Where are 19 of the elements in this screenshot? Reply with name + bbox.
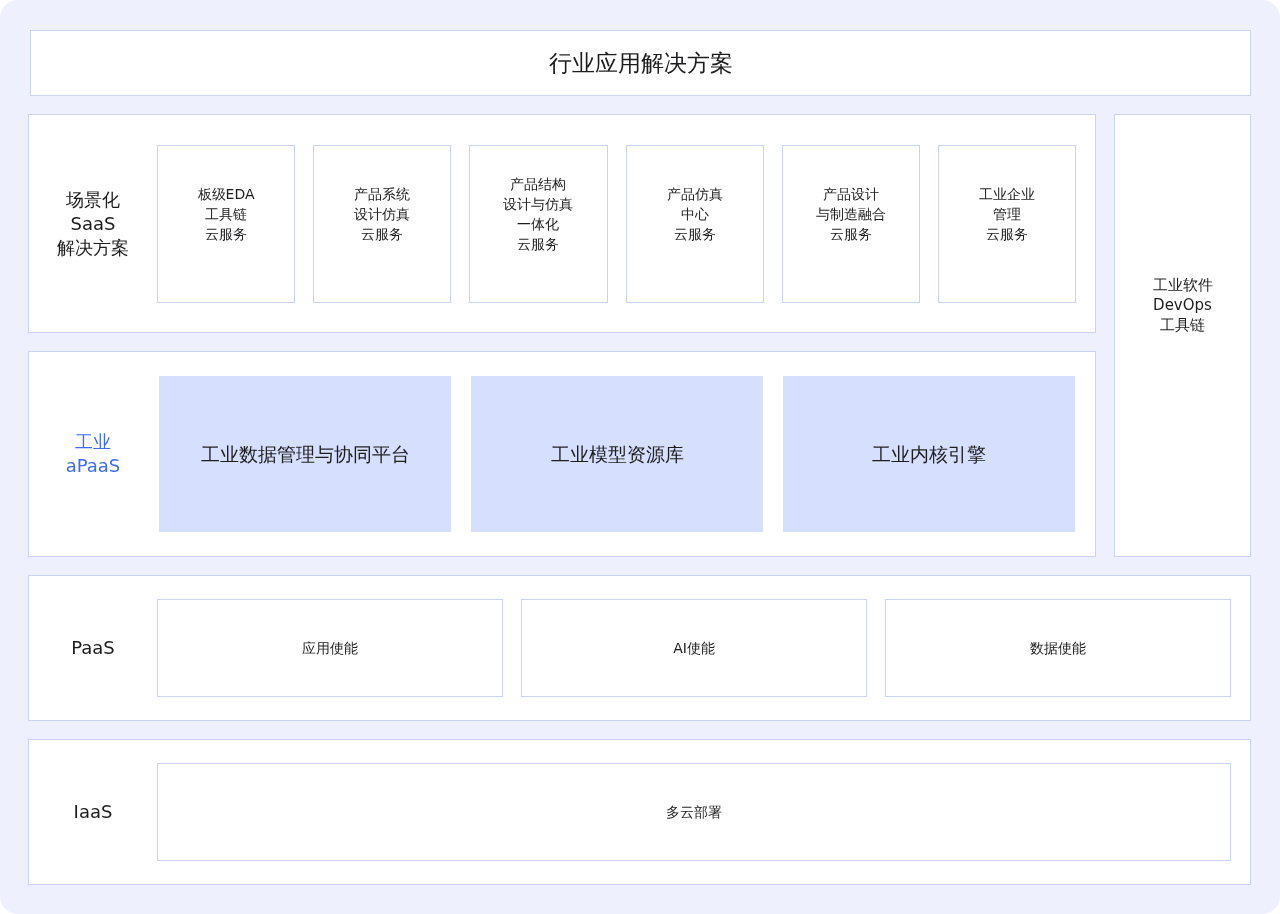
capability-card: 应用使能 <box>157 599 503 697</box>
header-title: 行业应用解决方案 <box>548 48 733 78</box>
capability-card: 数据使能 <box>885 599 1231 697</box>
platform-card: 工业内核引擎 <box>783 376 1075 532</box>
layer-label: IaaS <box>73 800 113 824</box>
service-card: 板级EDA 工具链 云服务 <box>157 145 296 303</box>
platform-card: 工业模型资源库 <box>471 376 763 532</box>
capability-card: AI使能 <box>521 599 867 697</box>
service-card: 产品仿真 中心 云服务 <box>625 145 764 303</box>
deployment-card: 多云部署 <box>157 763 1231 861</box>
platform-card: 工业数据管理与协同平台 <box>159 376 451 532</box>
layer-label: 场景化 SaaS 解决方案 <box>57 188 129 260</box>
service-card: 产品设计 与制造融合 云服务 <box>781 145 920 303</box>
service-card: 工业企业 管理 云服务 <box>937 145 1077 303</box>
layer-label: 工业 aPaaS <box>65 430 121 478</box>
layer-label: PaaS <box>71 636 115 660</box>
devops-label: 工业软件 DevOps 工具链 <box>1152 274 1213 335</box>
service-card: 产品系统 设计仿真 云服务 <box>313 145 452 303</box>
service-card: 产品结构 设计与仿真 一体化 云服务 <box>469 145 608 303</box>
